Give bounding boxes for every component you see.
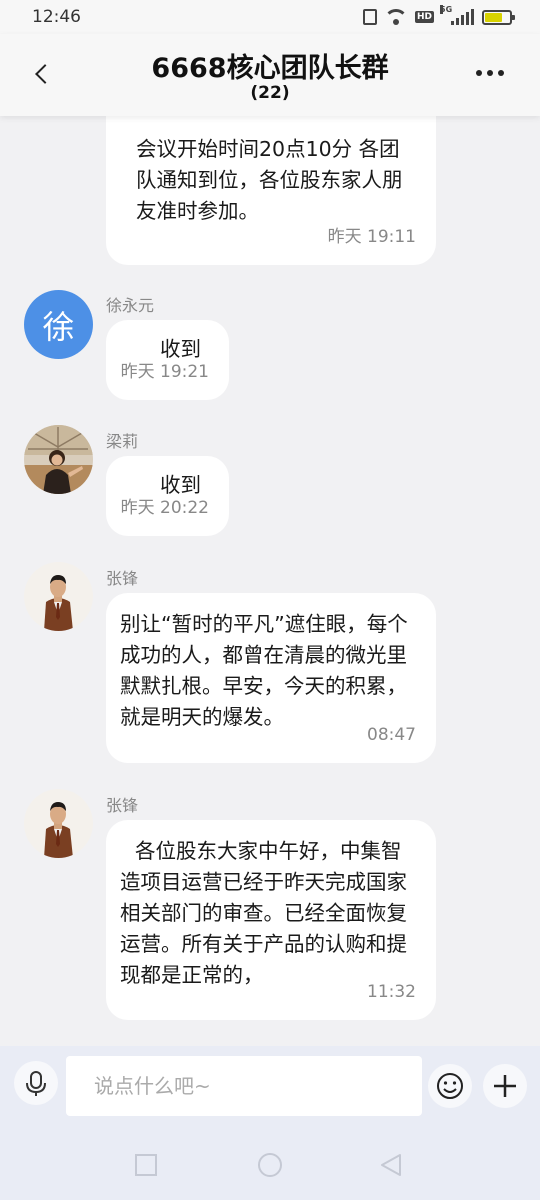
plus-icon [494, 1075, 516, 1097]
microphone-icon [26, 1071, 46, 1096]
message-time: 08:47 [367, 725, 416, 745]
avatar[interactable]: 徐 [24, 290, 93, 359]
sender-name: 张锋 [106, 796, 139, 815]
more-options-icon[interactable] [476, 70, 504, 76]
more-actions-button[interactable] [483, 1064, 527, 1108]
message-bubble[interactable]: 各位股东大家中午好，中集智造项目运营已经于昨天完成国家相关部门的审查。已经全面恢… [106, 820, 436, 1020]
emoji-icon [437, 1073, 463, 1099]
battery-icon [482, 9, 515, 25]
message-time: 昨天 20:22 [120, 498, 209, 518]
home-icon[interactable] [257, 1152, 283, 1178]
message-text: 别让“暂时的平凡”遮住眼，每个成功的人，都曾在清晨的微光里默默扎根。早安，今天的… [120, 612, 408, 729]
network-type-label: 5G [440, 5, 453, 14]
voice-input-button[interactable] [14, 1061, 58, 1105]
message-bubble[interactable]: 收到 昨天 19:21 [106, 320, 229, 400]
message-bubble[interactable]: 会议开始时间20点10分 各团队通知到位，各位股东家人朋友准时参加。 昨天 19… [106, 116, 436, 265]
sender-name: 徐永元 [106, 296, 155, 315]
recent-apps-icon[interactable] [134, 1153, 158, 1177]
message-time: 昨天 19:21 [120, 362, 209, 382]
emoji-button[interactable] [428, 1064, 472, 1108]
message-bubble[interactable]: 收到 昨天 20:22 [106, 456, 229, 536]
avatar[interactable] [24, 425, 93, 494]
message-input[interactable] [66, 1056, 422, 1116]
wifi-icon [384, 9, 407, 25]
member-count: (22) [250, 83, 290, 103]
system-nav-bar [0, 1130, 540, 1200]
hd-icon: HD [414, 11, 434, 23]
sender-name: 张锋 [106, 569, 139, 588]
status-bar: 12:46 HD 5G [0, 0, 540, 34]
message-list[interactable]: 会议开始时间20点10分 各团队通知到位，各位股东家人朋友准时参加。 昨天 19… [0, 116, 540, 1046]
status-icons: HD 5G [362, 5, 515, 25]
group-title: 6668核心团队长群 [151, 53, 389, 84]
message-time: 昨天 19:11 [327, 227, 416, 247]
message-text: 会议开始时间20点10分 各团队通知到位，各位股东家人朋友准时参加。 [136, 137, 403, 223]
vibrate-icon [362, 9, 377, 25]
avatar[interactable] [24, 789, 93, 858]
sender-name: 梁莉 [106, 432, 139, 451]
message-text: 各位股东大家中午好，中集智造项目运营已经于昨天完成国家相关部门的审查。已经全面恢… [120, 839, 407, 987]
status-time: 12:46 [32, 7, 81, 27]
back-icon[interactable] [378, 1152, 404, 1178]
avatar[interactable] [24, 562, 93, 631]
chat-header: 6668核心团队长群 (22) [0, 34, 540, 116]
message-bubble[interactable]: 别让“暂时的平凡”遮住眼，每个成功的人，都曾在清晨的微光里默默扎根。早安，今天的… [106, 593, 436, 763]
5g-signal-icon: 5G [440, 5, 474, 25]
message-time: 11:32 [367, 982, 416, 1002]
